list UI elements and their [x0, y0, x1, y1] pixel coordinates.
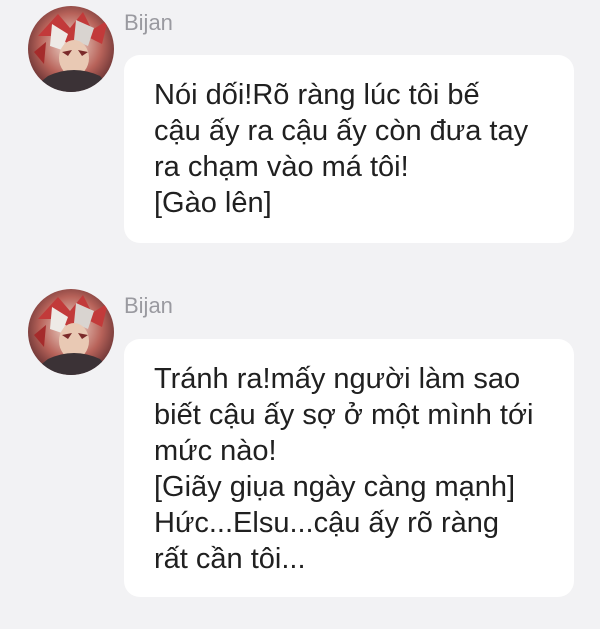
message-bubble[interactable]: Nói dối!Rõ ràng lúc tôi bế cậu ấy ra cậu… — [124, 55, 574, 243]
message-text-line: [Giãy giụa ngày càng mạnh] — [154, 471, 516, 503]
message-text-line: Nói dối!Rõ ràng lúc tôi bế — [154, 79, 480, 111]
sender-name: Bijan — [124, 293, 173, 318]
message-text-line: Hức...Elsu...cậu ấy rõ ràng — [154, 507, 499, 539]
message-text-line: ra chạm vào má tôi! — [154, 151, 409, 183]
character-avatar-icon[interactable] — [28, 289, 114, 375]
message-text-line: [Gào lên] — [154, 187, 272, 219]
sender-name: Bijan — [124, 10, 173, 35]
character-avatar-icon[interactable] — [28, 6, 114, 92]
message-text-line: cậu ấy ra cậu ấy còn đưa tay — [154, 115, 529, 147]
message-text-line: Tránh ra!mấy người làm sao — [154, 363, 521, 395]
message-text-line: rất cần tôi... — [154, 543, 306, 575]
message-text-line: mức nào! — [154, 435, 277, 467]
message-bubble[interactable]: Tránh ra!mấy người làm sao biết cậu ấy s… — [124, 339, 574, 597]
message-text-line: biết cậu ấy sợ ở một mình tới — [154, 399, 534, 431]
